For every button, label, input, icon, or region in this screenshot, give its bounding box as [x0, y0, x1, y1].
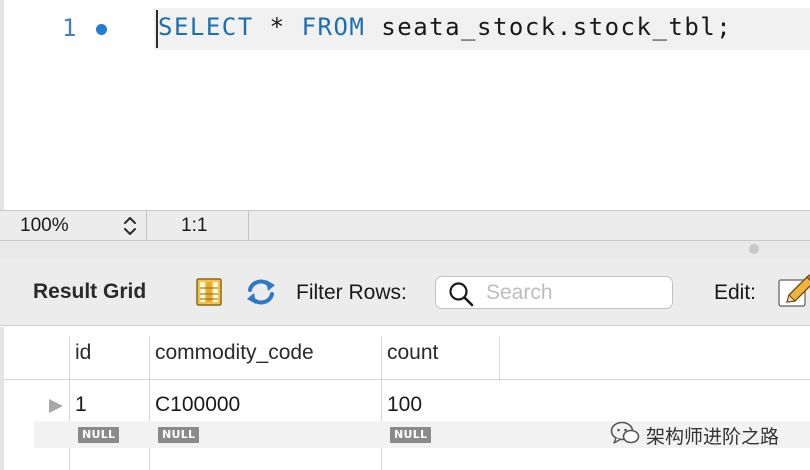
search-icon — [449, 282, 474, 307]
grid-header-row: id commodity_code count — [4, 327, 810, 380]
zoom-select[interactable]: 100% — [0, 211, 147, 240]
wechat-icon — [610, 421, 640, 444]
line-number: 1 — [62, 14, 77, 42]
column-header-commodity-code[interactable]: commodity_code — [155, 341, 314, 365]
row-pointer-icon — [49, 399, 63, 413]
keyword-select: SELECT — [158, 13, 254, 41]
table-row[interactable]: 1 C100000 100 — [4, 381, 810, 421]
cell-id[interactable]: 1 — [75, 393, 87, 417]
grid-view-icon[interactable] — [196, 278, 222, 306]
refresh-icon[interactable] — [244, 277, 278, 307]
cell-commodity-code[interactable]: C100000 — [155, 393, 240, 417]
cell-count[interactable]: 100 — [387, 393, 422, 417]
statement-marker-icon[interactable] — [96, 24, 107, 35]
watermark: 架构师进阶之路 — [610, 418, 805, 450]
result-grid-title: Result Grid — [33, 280, 147, 303]
column-header-count[interactable]: count — [387, 341, 438, 365]
null-badge-count[interactable]: NULL — [390, 427, 432, 443]
result-toolbar: Result Grid Filter Rows: Edit: — [0, 258, 810, 326]
code-table-ref: seata_stock.stock_tbl; — [365, 13, 733, 41]
keyword-from: FROM — [301, 13, 366, 41]
null-badge-commodity-code[interactable]: NULL — [158, 427, 200, 443]
cursor-position: 1:1 — [147, 211, 249, 240]
code-line[interactable]: SELECT * FROM seata_stock.stock_tbl; — [158, 13, 732, 41]
null-badge-id[interactable]: NULL — [78, 427, 120, 443]
zoom-value: 100% — [20, 215, 69, 236]
filter-rows-label: Filter Rows: — [296, 281, 407, 304]
column-header-id[interactable]: id — [75, 341, 91, 365]
sql-editor[interactable]: 1 SELECT * FROM seata_stock.stock_tbl; — [0, 0, 810, 210]
splitter-handle-icon[interactable] — [749, 244, 759, 254]
pencil-icon[interactable] — [777, 274, 810, 310]
code-star: * — [253, 13, 302, 41]
filter-search-input[interactable] — [486, 280, 666, 306]
editor-status-bar: 100% 1:1 — [0, 210, 810, 241]
panel-splitter[interactable] — [0, 241, 810, 258]
edit-label: Edit: — [714, 281, 757, 304]
watermark-text: 架构师进阶之路 — [646, 426, 780, 448]
up-down-chevron-icon[interactable] — [122, 214, 138, 238]
filter-search-box[interactable] — [435, 276, 673, 309]
cursor-position-value: 1:1 — [181, 215, 208, 236]
